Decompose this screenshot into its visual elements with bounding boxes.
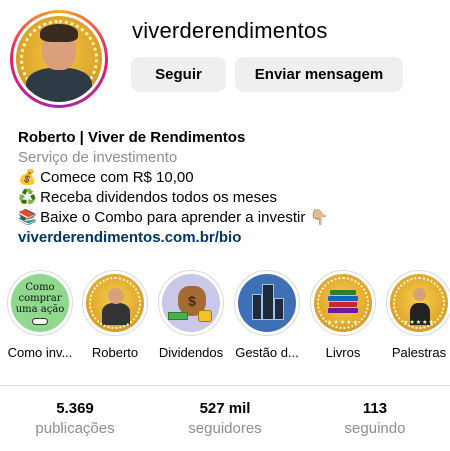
highlight-ring: ★★★★★ (310, 270, 376, 336)
highlight-label: Roberto (91, 345, 139, 360)
highlight-label: Dividendos (158, 345, 224, 360)
stat-label: seguidores (188, 420, 262, 437)
portrait-head (108, 288, 124, 304)
bio-link[interactable]: viverderendimentos.com.br/bio (18, 229, 241, 246)
stat-posts[interactable]: 5.369 publicações (15, 400, 135, 437)
stat-following[interactable]: 113 seguindo (315, 400, 435, 437)
money-bag-icon: 💰 (18, 169, 37, 186)
avatar-hair (40, 24, 78, 42)
highlight-label: Como inv... (7, 345, 73, 360)
stat-label: seguindo (344, 420, 406, 437)
highlight-ring (82, 270, 148, 336)
bio-line-text: Baixe o Combo para aprender a investir 👇… (40, 209, 329, 226)
books-cover: ★★★★★ (314, 274, 372, 332)
books-icon: 📚 (18, 209, 37, 226)
highlight-livros[interactable]: ★★★★★ Livros (303, 270, 383, 360)
profile-display-name: Roberto | Viver de Rendimentos (18, 129, 246, 146)
speaker-head (413, 288, 426, 301)
stat-label: publicações (35, 420, 115, 437)
highlight-gestao[interactable]: Gestão d... (227, 270, 307, 360)
profile-stats: 5.369 publicações 527 mil seguidores 113… (0, 400, 450, 445)
avatar-shirt (26, 68, 92, 102)
pill-icon (32, 317, 48, 325)
profile-bio: Roberto | Viver de Rendimentos Serviço d… (18, 128, 328, 248)
stars-decoration: ★★★★★ (327, 320, 359, 326)
stat-value: 5.369 (56, 400, 94, 417)
coins-icon (198, 310, 212, 322)
highlight-label: Gestão d... (235, 345, 299, 360)
bio-line: 💰 Comece com R$ 10,00 (18, 168, 328, 188)
bio-line-text: Receba dividendos todos os meses (40, 189, 277, 206)
portrait-body (102, 303, 130, 325)
highlight-dividendos[interactable]: $ Dividendos (151, 270, 231, 360)
speaker-body (410, 303, 430, 325)
buildings-cover (238, 274, 296, 332)
highlight-ring: Como comprar uma ação (7, 270, 73, 336)
speaker-cover: ★★★★★ (390, 274, 448, 332)
profile-category: Serviço de investimento (18, 149, 178, 166)
highlight-label: Livros (325, 345, 361, 360)
roberto-portrait-cover (86, 274, 144, 332)
bio-line-text: Comece com R$ 10,00 (40, 169, 194, 186)
bio-line: ♻️ Receba dividendos todos os meses (18, 188, 328, 208)
highlight-label: Palestras (391, 345, 447, 360)
highlight-palestras[interactable]: ★★★★★ Palestras (379, 270, 450, 360)
stats-divider (0, 385, 450, 386)
follow-button[interactable]: Seguir (131, 57, 226, 92)
books-stack-icon (328, 290, 358, 314)
stat-followers[interactable]: 527 mil seguidores (165, 400, 285, 437)
stat-value: 113 (362, 400, 388, 417)
highlight-como-investir[interactable]: Como comprar uma ação Como inv... (0, 270, 80, 360)
highlight-ring: ★★★★★ (386, 270, 450, 336)
highlight-cover-text: Como comprar uma ação (15, 281, 65, 315)
profile-avatar[interactable] (10, 10, 108, 108)
bio-line: 📚 Baixe o Combo para aprender a investir… (18, 208, 328, 228)
building-icon (262, 284, 274, 320)
avatar-inner (13, 13, 105, 105)
stat-value: 527 mil (199, 400, 251, 417)
building-icon (252, 294, 262, 320)
highlight-ring: $ (158, 270, 224, 336)
recycle-icon: ♻️ (18, 189, 37, 206)
profile-username: viverderendimentos (132, 18, 328, 43)
avatar-photo (16, 16, 102, 102)
story-highlights: Como comprar uma ação Como inv... Robert… (0, 270, 450, 366)
stars-decoration: ★★★★★ (403, 320, 435, 326)
highlight-ring (234, 270, 300, 336)
money-bag-cover: $ (162, 274, 220, 332)
highlight-roberto[interactable]: Roberto (75, 270, 155, 360)
bills-icon (168, 312, 188, 320)
send-message-button[interactable]: Enviar mensagem (235, 57, 403, 92)
how-to-buy-cover: Como comprar uma ação (11, 274, 69, 332)
building-icon (274, 298, 284, 320)
